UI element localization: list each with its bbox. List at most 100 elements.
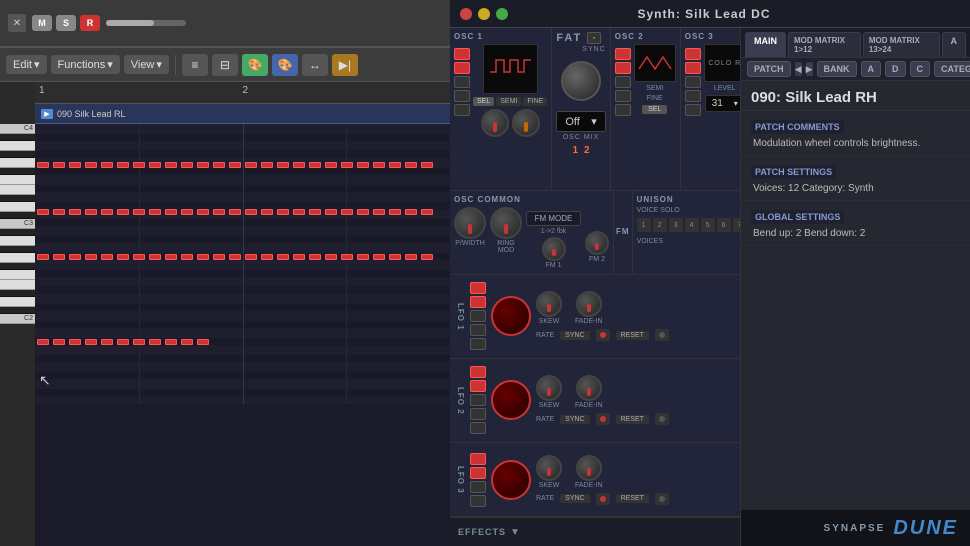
note[interactable] xyxy=(149,254,161,260)
piano-key-f2[interactable] xyxy=(0,270,35,280)
note[interactable] xyxy=(197,339,209,345)
note[interactable] xyxy=(341,254,353,260)
lfo2-skew-knob[interactable] xyxy=(536,375,562,401)
transpose-icon-btn[interactable]: ↔ xyxy=(302,54,328,76)
tab-mod1[interactable]: MOD MATRIX 1>12 xyxy=(788,32,861,57)
pwidth-knob[interactable] xyxy=(454,207,486,239)
note[interactable] xyxy=(117,254,129,260)
note[interactable] xyxy=(421,254,433,260)
palette-icon-btn[interactable]: 🎨 xyxy=(272,54,298,76)
voice-btn-5[interactable]: 5 xyxy=(701,218,715,232)
note[interactable] xyxy=(101,209,113,215)
piano-key-g2[interactable] xyxy=(0,253,35,263)
note[interactable] xyxy=(197,162,209,168)
note[interactable] xyxy=(37,162,49,168)
osc1-led-2[interactable] xyxy=(454,62,470,74)
piano-key-gb3[interactable] xyxy=(0,168,35,175)
osc2-led-5[interactable] xyxy=(615,104,631,116)
note[interactable] xyxy=(53,209,65,215)
fat-knob[interactable] xyxy=(561,61,601,101)
lfo1-main-knob[interactable] xyxy=(491,296,531,336)
note[interactable] xyxy=(165,339,177,345)
note[interactable] xyxy=(165,162,177,168)
note[interactable] xyxy=(245,162,257,168)
lfo2-main-knob[interactable] xyxy=(491,380,531,420)
note[interactable] xyxy=(181,162,193,168)
lfo1-led-1[interactable] xyxy=(470,282,486,294)
note[interactable] xyxy=(277,254,289,260)
a-btn[interactable]: A xyxy=(861,61,882,77)
notes-container[interactable]: ↖ xyxy=(35,124,450,404)
osc2-sel-btn[interactable]: SEL xyxy=(642,105,667,114)
lfo2-led-5[interactable] xyxy=(470,422,486,434)
note[interactable] xyxy=(373,254,385,260)
piano-key-eb2[interactable] xyxy=(0,290,35,297)
piano-key-eb3[interactable] xyxy=(0,195,35,202)
view-menu-btn[interactable]: View ▾ xyxy=(124,55,169,74)
voice-btn-1[interactable]: 1 xyxy=(637,218,651,232)
note[interactable] xyxy=(53,339,65,345)
note[interactable] xyxy=(421,209,433,215)
note[interactable] xyxy=(69,254,81,260)
note[interactable] xyxy=(149,339,161,345)
osc1-led-3[interactable] xyxy=(454,76,470,88)
piano-key-a2[interactable] xyxy=(0,236,35,246)
osc3-led-2[interactable] xyxy=(685,62,701,74)
lfo3-sync-led[interactable] xyxy=(596,493,610,505)
note[interactable] xyxy=(197,209,209,215)
note[interactable] xyxy=(309,254,321,260)
note[interactable] xyxy=(69,162,81,168)
note[interactable] xyxy=(341,209,353,215)
osc3-led-4[interactable] xyxy=(685,90,701,102)
lfo3-reset-btn[interactable]: RESET xyxy=(616,494,649,503)
sel-btn[interactable]: SEL xyxy=(473,97,494,106)
patch-btn[interactable]: PATCH xyxy=(747,61,791,77)
note[interactable] xyxy=(245,209,257,215)
note[interactable] xyxy=(357,254,369,260)
note[interactable] xyxy=(37,339,49,345)
osc2-waveform[interactable] xyxy=(634,44,676,82)
osc3-color-display[interactable]: COLO R xyxy=(704,44,740,82)
note[interactable] xyxy=(357,209,369,215)
note[interactable] xyxy=(357,162,369,168)
note-grid[interactable]: 1 2 ▶ 090 Silk Lead RL xyxy=(35,82,450,546)
fm1-knob[interactable] xyxy=(542,237,566,261)
note[interactable] xyxy=(133,254,145,260)
c-btn[interactable]: C xyxy=(910,61,931,77)
note[interactable] xyxy=(85,209,97,215)
note[interactable] xyxy=(85,254,97,260)
note[interactable] xyxy=(309,209,321,215)
osc1-led-5[interactable] xyxy=(454,104,470,116)
osc3-led-3[interactable] xyxy=(685,76,701,88)
voice-btn-4[interactable]: 4 xyxy=(685,218,699,232)
lfo3-fadein-knob[interactable] xyxy=(576,455,602,481)
fine-knob[interactable] xyxy=(512,109,540,137)
note[interactable] xyxy=(197,254,209,260)
note[interactable] xyxy=(277,209,289,215)
edit-menu-btn[interactable]: Edit ▾ xyxy=(6,55,47,74)
volume-slider[interactable] xyxy=(106,20,186,26)
osc3-led-1[interactable] xyxy=(685,48,701,60)
note[interactable] xyxy=(101,254,113,260)
note[interactable] xyxy=(261,162,273,168)
note[interactable] xyxy=(325,254,337,260)
win-close-btn[interactable] xyxy=(460,8,472,20)
piano-key-c2[interactable]: C2 xyxy=(0,314,35,324)
lfo2-sync-led[interactable] xyxy=(596,413,610,425)
note[interactable] xyxy=(85,339,97,345)
voice-btn-6[interactable]: 6 xyxy=(717,218,731,232)
note[interactable] xyxy=(229,209,241,215)
piano-key-a3[interactable] xyxy=(0,141,35,151)
note[interactable] xyxy=(229,254,241,260)
lfo3-sync-btn[interactable]: SYNC xyxy=(560,494,589,503)
piano-key-db2[interactable] xyxy=(0,307,35,314)
note[interactable] xyxy=(261,209,273,215)
note[interactable] xyxy=(53,254,65,260)
note[interactable] xyxy=(117,339,129,345)
lfo3-led-3[interactable] xyxy=(470,481,486,493)
note[interactable] xyxy=(101,162,113,168)
note[interactable] xyxy=(165,254,177,260)
piano-key-b2[interactable] xyxy=(0,229,35,236)
note[interactable] xyxy=(405,162,417,168)
piano-key-db3[interactable] xyxy=(0,212,35,219)
